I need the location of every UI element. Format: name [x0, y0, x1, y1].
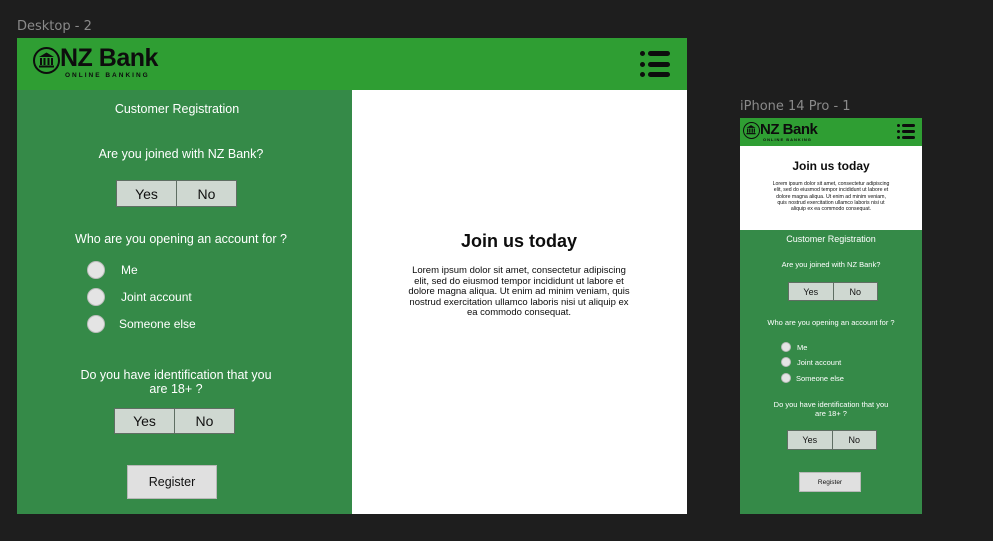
logo-name: NZ Bank: [60, 44, 158, 72]
joined-no-button[interactable]: No: [832, 283, 878, 300]
radio-circle: [781, 373, 791, 383]
radio-someone-else-label: Someone else: [796, 373, 844, 383]
identification-no-button[interactable]: No: [831, 431, 877, 449]
promo-panel: Join us today Lorem ipsum dolor sit amet…: [352, 90, 687, 514]
radio-circle: [87, 288, 105, 306]
phone-promo-body: Lorem ipsum dolor sit amet, consectetur …: [740, 181, 922, 212]
radio-me[interactable]: Me: [781, 342, 807, 352]
identification-question-line1: Do you have identification that you: [773, 400, 889, 409]
radio-someone-else[interactable]: Someone else: [87, 315, 196, 333]
joined-question: Are you joined with NZ Bank?: [98, 147, 264, 161]
promo-body-line: dolore magna aliqua. Ut enim ad minim ve…: [408, 286, 630, 297]
phone-frame-label: iPhone 14 Pro - 1: [740, 99, 851, 114]
phone-registration-panel: Customer Registration Are you joined wit…: [740, 230, 922, 514]
logo[interactable]: NZ Bank ONLINE BANKING: [33, 46, 158, 80]
radio-joint-account[interactable]: Joint account: [87, 288, 192, 306]
identification-question: Do you have identification that you are …: [740, 400, 922, 418]
identification-question: Do you have identification that you are …: [17, 368, 335, 396]
radio-circle: [87, 315, 105, 333]
identification-question-line2: are 18+ ?: [815, 409, 847, 418]
bank-icon: [33, 47, 60, 74]
identification-yes-button[interactable]: Yes: [115, 409, 174, 433]
phone-logo[interactable]: NZ Bank ONLINE BANKING: [743, 121, 818, 142]
identification-toggle: Yes No: [114, 408, 235, 434]
radio-me-label: Me: [797, 342, 808, 352]
logo-name: NZ Bank: [760, 121, 818, 138]
promo-body-line: Lorem ipsum dolor sit amet, consectetur …: [412, 265, 626, 276]
registration-title: Customer Registration: [114, 102, 240, 116]
radio-me[interactable]: Me: [87, 261, 138, 279]
identification-yes-button[interactable]: Yes: [788, 431, 832, 449]
account-for-question: Who are you opening an account for ?: [767, 318, 895, 327]
register-button[interactable]: Register: [127, 465, 217, 499]
desktop-header: NZ Bank ONLINE BANKING: [17, 38, 687, 90]
radio-joint-account-label: Joint account: [797, 357, 842, 367]
identification-question-line1: Do you have identification that you: [80, 368, 272, 382]
radio-joint-account[interactable]: Joint account: [781, 357, 841, 367]
joined-toggle: Yes No: [788, 282, 878, 301]
registration-panel: Customer Registration Are you joined wit…: [17, 90, 352, 514]
phone-promo-title: Join us today: [792, 159, 870, 173]
radio-someone-else[interactable]: Someone else: [781, 373, 844, 383]
radio-circle: [781, 342, 791, 352]
joined-question: Are you joined with NZ Bank?: [781, 260, 881, 269]
list-menu-icon[interactable]: [640, 51, 670, 77]
register-button[interactable]: Register: [799, 472, 861, 492]
promo-title: Join us today: [460, 231, 577, 251]
radio-joint-account-label: Joint account: [121, 290, 192, 304]
phone-frame: NZ Bank ONLINE BANKING Join us today Lor…: [740, 118, 922, 514]
radio-circle: [87, 261, 105, 279]
account-for-question: Who are you opening an account for ?: [75, 232, 287, 246]
bank-icon: [743, 122, 760, 139]
radio-someone-else-label: Someone else: [119, 317, 196, 331]
phone-header: NZ Bank ONLINE BANKING: [740, 118, 922, 146]
identification-toggle: Yes No: [787, 430, 877, 450]
identification-question-line2: are 18+ ?: [149, 382, 203, 396]
promo-body: Lorem ipsum dolor sit amet, consectetur …: [352, 265, 686, 319]
desktop-frame: NZ Bank ONLINE BANKING Customer Registra…: [17, 38, 687, 514]
joined-yes-button[interactable]: Yes: [117, 181, 176, 206]
list-menu-icon[interactable]: [897, 124, 915, 139]
joined-yes-button[interactable]: Yes: [789, 283, 833, 300]
desktop-frame-label: Desktop - 2: [17, 19, 92, 34]
logo-tagline: ONLINE BANKING: [65, 72, 150, 79]
joined-toggle: Yes No: [116, 180, 237, 207]
joined-no-button[interactable]: No: [176, 181, 236, 206]
radio-me-label: Me: [121, 263, 138, 277]
phone-promo-panel: Join us today Lorem ipsum dolor sit amet…: [740, 146, 922, 230]
identification-no-button[interactable]: No: [174, 409, 234, 433]
promo-body-line: aliquip ex ea commodo consequat.: [790, 206, 872, 213]
logo-tagline: ONLINE BANKING: [763, 137, 812, 142]
promo-body-line: ea commodo consequat.: [466, 307, 572, 318]
registration-title: Customer Registration: [786, 234, 876, 244]
radio-circle: [781, 357, 791, 367]
